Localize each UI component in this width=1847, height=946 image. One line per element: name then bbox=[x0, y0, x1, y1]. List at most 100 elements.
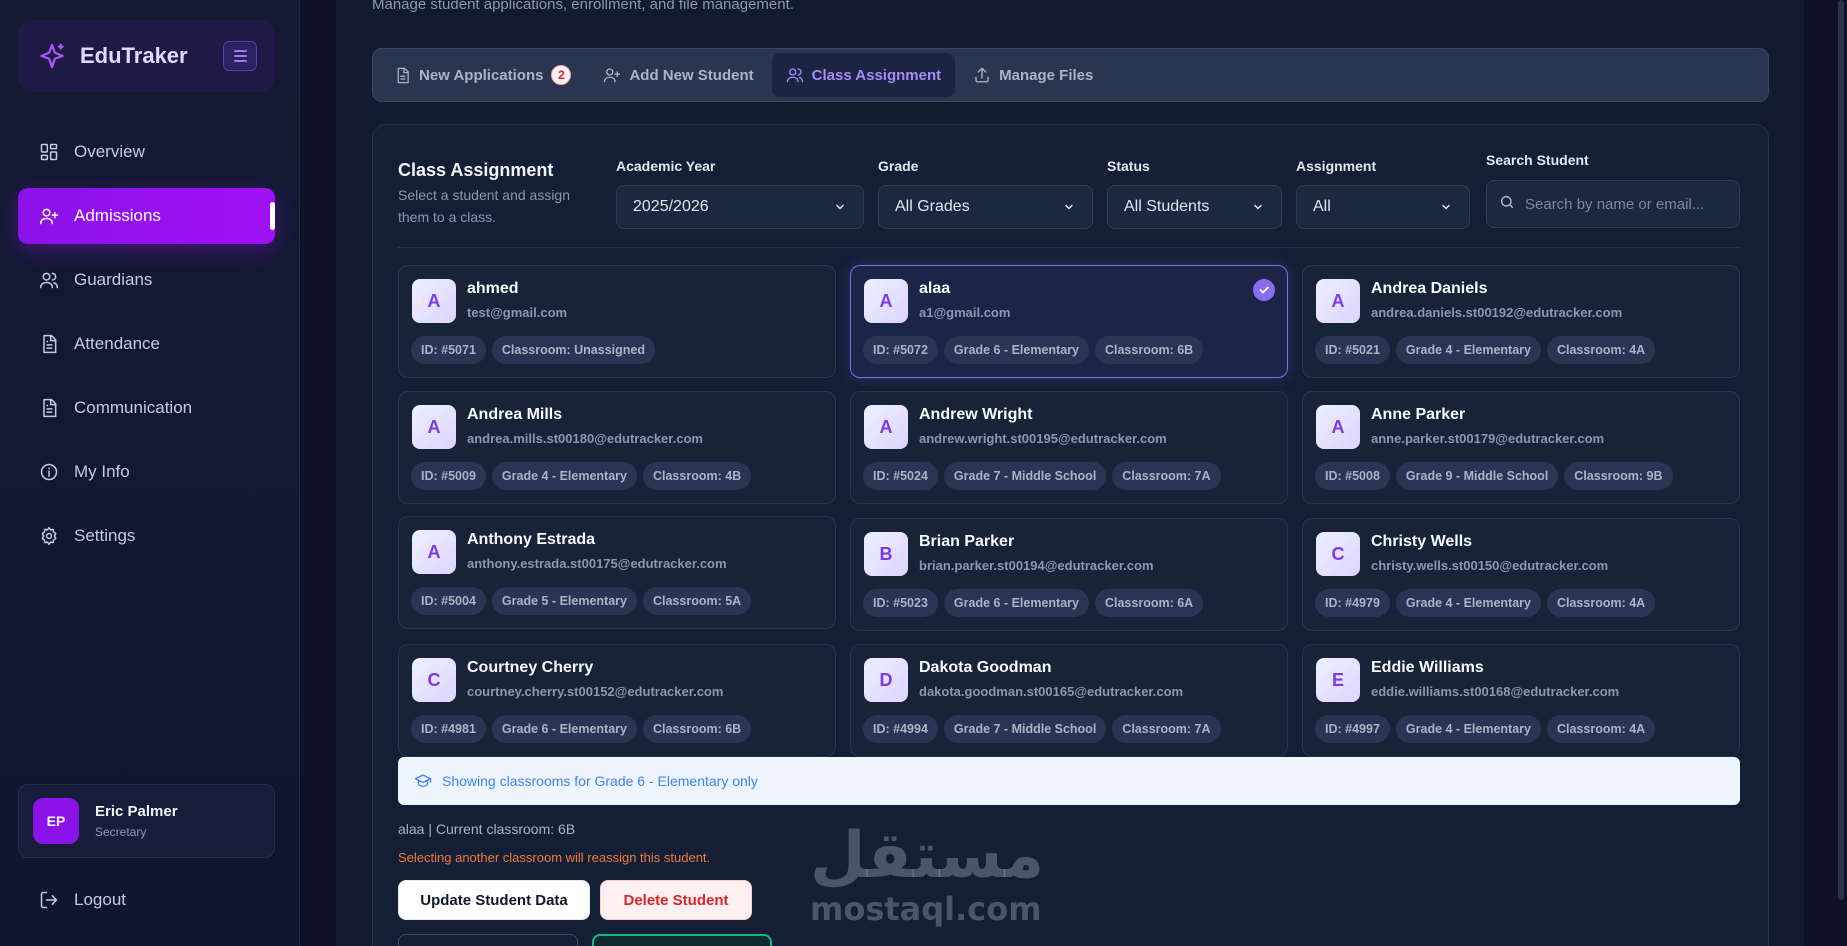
tab-bar: New Applications 2 Add New Student Class… bbox=[372, 48, 1769, 102]
select-value: All Students bbox=[1124, 198, 1210, 215]
primary-action-button[interactable] bbox=[592, 934, 772, 946]
user-name: Eric Palmer bbox=[95, 803, 178, 820]
student-card[interactable]: C Courtney Cherry courtney.cherry.st0015… bbox=[398, 644, 836, 757]
tab-manage-files[interactable]: Manage Files bbox=[959, 53, 1107, 97]
search-label: Search Student bbox=[1486, 152, 1589, 168]
student-id-chip: ID: #5072 bbox=[863, 336, 938, 364]
grade-chip: Grade 7 - Middle School bbox=[943, 715, 1107, 743]
gear-icon bbox=[38, 525, 60, 547]
sidebar-item-communication[interactable]: Communication bbox=[18, 380, 275, 436]
student-id-chip: ID: #4979 bbox=[1315, 589, 1390, 617]
student-name: Andrew Wright bbox=[919, 406, 1033, 423]
sidebar-item-overview[interactable]: Overview bbox=[18, 124, 275, 180]
sidebar-item-label: Guardians bbox=[74, 270, 153, 289]
watermark: مستقل mostaql.com bbox=[810, 819, 1045, 928]
document-icon bbox=[38, 397, 60, 419]
grade-chip: Grade 5 - Elementary bbox=[491, 587, 637, 615]
academic-year-label: Academic Year bbox=[616, 158, 716, 174]
watermark-latin: mostaql.com bbox=[810, 890, 1042, 928]
sidebar-item-label: Admissions bbox=[74, 206, 161, 225]
secondary-button[interactable] bbox=[398, 934, 578, 946]
student-card[interactable]: B Brian Parker brian.parker.st00194@edut… bbox=[850, 518, 1288, 631]
student-id-chip: ID: #5004 bbox=[411, 587, 486, 615]
sidebar-nav: Overview Admissions Guardians Attendance… bbox=[18, 124, 275, 572]
update-student-button[interactable]: Update Student Data bbox=[398, 880, 590, 920]
student-card[interactable]: C Christy Wells christy.wells.st00150@ed… bbox=[1302, 518, 1740, 631]
student-card[interactable]: A Andrew Wright andrew.wright.st00195@ed… bbox=[850, 391, 1288, 504]
status-select[interactable]: All Students bbox=[1107, 185, 1282, 229]
scrollbar-thumb[interactable] bbox=[1838, 0, 1844, 900]
page-subtitle: Manage student applications, enrollment,… bbox=[372, 0, 794, 13]
classroom-chip: Classroom: 4A bbox=[1546, 715, 1656, 743]
student-avatar: E bbox=[1316, 658, 1360, 702]
chevron-down-icon bbox=[1251, 200, 1265, 214]
tab-class-assignment[interactable]: Class Assignment bbox=[771, 53, 956, 97]
classroom-chip: Classroom: 4B bbox=[642, 462, 752, 490]
watermark-arabic: مستقل bbox=[810, 819, 1045, 893]
student-id-chip: ID: #5071 bbox=[411, 336, 486, 364]
sidebar-item-settings[interactable]: Settings bbox=[18, 508, 275, 564]
student-name: ahmed bbox=[467, 280, 519, 297]
grade-chip: Grade 4 - Elementary bbox=[491, 462, 637, 490]
student-id-chip: ID: #5009 bbox=[411, 462, 486, 490]
sidebar-item-guardians[interactable]: Guardians bbox=[18, 252, 275, 308]
grade-chip: Grade 7 - Middle School bbox=[943, 462, 1107, 490]
student-email: dakota.goodman.st00165@edutracker.com bbox=[919, 684, 1184, 699]
logout-label: Logout bbox=[74, 890, 126, 909]
student-card[interactable]: A Anne Parker anne.parker.st00179@edutra… bbox=[1302, 391, 1740, 504]
student-card[interactable]: A Andrea Mills andrea.mills.st00180@edut… bbox=[398, 391, 836, 504]
status-label: Status bbox=[1107, 158, 1150, 174]
brand-header: EduTraker bbox=[18, 20, 275, 92]
grid-icon bbox=[38, 141, 60, 163]
classroom-chip: Classroom: 9B bbox=[1564, 462, 1673, 490]
classroom-chip: Classroom: 7A bbox=[1112, 462, 1221, 490]
student-name: Courtney Cherry bbox=[467, 659, 594, 676]
menu-toggle-icon[interactable] bbox=[223, 41, 257, 71]
sidebar-item-attendance[interactable]: Attendance bbox=[18, 316, 275, 372]
student-card[interactable]: A ahmed test@gmail.com ID: #5071 Classro… bbox=[398, 265, 836, 378]
logout-button[interactable]: Logout bbox=[18, 872, 275, 928]
student-avatar: A bbox=[864, 279, 908, 323]
student-avatar: C bbox=[1316, 532, 1360, 576]
classroom-chip: Classroom: Unassigned bbox=[491, 336, 655, 364]
student-avatar: C bbox=[412, 658, 456, 702]
classroom-chip: Classroom: 6B bbox=[1094, 336, 1204, 364]
grade-chip: Grade 4 - Elementary bbox=[1395, 589, 1541, 617]
student-card[interactable]: D Dakota Goodman dakota.goodman.st00165@… bbox=[850, 644, 1288, 757]
search-input[interactable] bbox=[1525, 195, 1725, 213]
assignment-select[interactable]: All bbox=[1296, 185, 1470, 229]
student-email: courtney.cherry.st00152@edutracker.com bbox=[467, 684, 724, 699]
select-value: All bbox=[1313, 198, 1331, 215]
logout-icon bbox=[38, 889, 60, 911]
student-name: Anthony Estrada bbox=[467, 531, 596, 548]
tab-new-applications[interactable]: New Applications 2 bbox=[379, 53, 585, 97]
academic-year-select[interactable]: 2025/2026 bbox=[616, 185, 864, 229]
student-card[interactable]: A Anthony Estrada anthony.estrada.st0017… bbox=[398, 516, 836, 629]
student-card[interactable]: E Eddie Williams eddie.williams.st00168@… bbox=[1302, 644, 1740, 757]
student-name: alaa bbox=[919, 280, 951, 297]
user-profile-card[interactable]: EP Eric Palmer Secretary bbox=[18, 784, 275, 858]
student-avatar: A bbox=[864, 405, 908, 449]
student-avatar: D bbox=[864, 658, 908, 702]
sidebar-item-admissions[interactable]: Admissions bbox=[18, 188, 275, 244]
avatar: EP bbox=[33, 798, 79, 844]
grade-info-banner: Showing classrooms for Grade 6 - Element… bbox=[398, 757, 1740, 805]
check-icon bbox=[1253, 279, 1275, 301]
student-email: test@gmail.com bbox=[467, 305, 568, 320]
users-icon bbox=[38, 269, 60, 291]
student-card-selected[interactable]: A alaa a1@gmail.com ID: #5072 Grade 6 - … bbox=[850, 265, 1288, 378]
student-card[interactable]: A Andrea Daniels andrea.daniels.st00192@… bbox=[1302, 265, 1740, 378]
student-id-chip: ID: #5024 bbox=[863, 462, 938, 490]
classroom-chip: Classroom: 7A bbox=[1112, 715, 1221, 743]
delete-student-button[interactable]: Delete Student bbox=[600, 880, 752, 920]
sidebar: EduTraker Overview Admissions Guardians … bbox=[0, 0, 300, 946]
student-avatar: A bbox=[412, 279, 456, 323]
sidebar-item-my-info[interactable]: My Info bbox=[18, 444, 275, 500]
users-icon bbox=[786, 66, 804, 84]
grade-select[interactable]: All Grades bbox=[878, 185, 1093, 229]
tab-add-new-student[interactable]: Add New Student bbox=[589, 53, 767, 97]
chevron-down-icon bbox=[1062, 200, 1076, 214]
student-id-chip: ID: #4981 bbox=[411, 715, 486, 743]
search-box bbox=[1486, 180, 1740, 228]
student-email: anne.parker.st00179@edutracker.com bbox=[1371, 431, 1605, 446]
